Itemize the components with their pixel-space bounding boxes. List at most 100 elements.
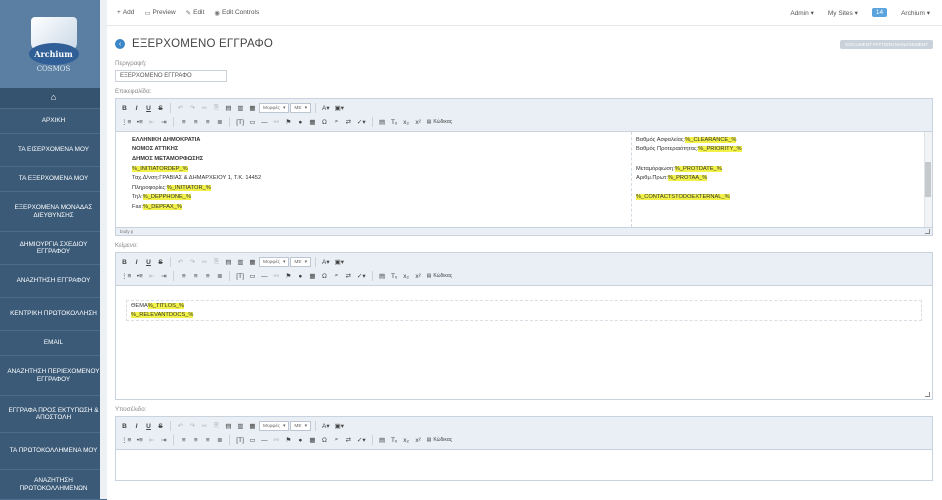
show-blocks-icon[interactable]: ▤ [377,117,388,128]
horizontal-rule-icon[interactable]: ― [259,117,270,128]
italic-button[interactable]: I [131,421,142,432]
show-blocks-icon[interactable]: ▤ [377,271,388,282]
replace-icon[interactable]: ⇄ [343,117,354,128]
header-editor-content[interactable]: ΕΛΛΗΝΙΚΗ ΔΗΜΟΚΡΑΤΙΑ ΝΟΜΟΣ ΑΤΤΙΚΗΣ ΔΗΜΟΣ … [116,132,932,227]
footer-editor[interactable]: B I U S ↶ ↷ ✂ ⎘ ▤ ▥ ▦ Μορφές ▾ ΜΕ ▾ A▾ ▣▾ … [115,416,933,481]
bg-color-icon[interactable]: ▣▾ [333,421,346,432]
cut-icon[interactable]: ✂ [199,257,210,268]
align-left-icon[interactable]: ≡ [178,435,189,446]
size-select[interactable]: ΜΕ ▾ [290,421,311,431]
special-char-icon[interactable]: Ω [319,117,330,128]
show-blocks-icon[interactable]: ▤ [377,435,388,446]
align-justify-icon[interactable]: ≣ [214,117,225,128]
text-color-icon[interactable]: A▾ [320,257,332,268]
align-right-icon[interactable]: ≡ [202,117,213,128]
remove-format-icon[interactable]: Tₓ [389,435,400,446]
spellcheck-icon[interactable]: ✓▾ [355,117,368,128]
align-right-icon[interactable]: ≡ [202,435,213,446]
sidebar-item-search-document[interactable]: ΑΝΑΖΗΤΗΣΗ ΕΓΓΡΑΦΟΥ [0,265,107,298]
footer-editor-content[interactable] [116,450,932,480]
paste-text-icon[interactable]: ▥ [235,103,246,114]
underline-button[interactable]: U [143,421,154,432]
paste-icon[interactable]: ▤ [223,421,234,432]
flag-icon[interactable]: ⚑ [283,117,294,128]
add-button[interactable]: + Add [117,9,134,16]
undo-icon[interactable]: ↶ [175,103,186,114]
text-field-icon[interactable]: [T] [234,117,246,128]
body-editor-content[interactable]: ΘΕΜΑ %_TITLOS_% %_RELEVANTDOCS_% [116,286,932,399]
replace-icon[interactable]: ⇄ [343,435,354,446]
paste-text-icon[interactable]: ▥ [235,257,246,268]
bullet-list-icon[interactable]: •≡ [134,435,145,446]
sidebar-item-home[interactable]: ⌂ [0,88,107,109]
align-left-icon[interactable]: ≡ [178,117,189,128]
paste-word-icon[interactable]: ▦ [247,103,258,114]
scroll-thumb[interactable] [925,162,931,197]
superscript-icon[interactable]: x² [413,117,424,128]
indent-icon[interactable]: ⇥ [158,271,169,282]
redo-icon[interactable]: ↷ [187,257,198,268]
resize-handle-icon[interactable] [925,229,930,234]
horizontal-rule-icon[interactable]: ― [259,271,270,282]
outdent-icon[interactable]: ⇤ [146,271,157,282]
strikethrough-button[interactable]: S [155,103,166,114]
redo-icon[interactable]: ↷ [187,103,198,114]
record-icon[interactable]: ● [295,435,306,446]
flag-icon[interactable]: ⚑ [283,435,294,446]
indent-icon[interactable]: ⇥ [158,435,169,446]
align-justify-icon[interactable]: ≣ [214,435,225,446]
find-icon[interactable]: ⌕ [331,271,342,282]
sidebar-item-search-content[interactable]: ΑΝΑΖΗΤΗΣΗ ΠΕΡΙΕΧΟΜΕΝΟΥ ΕΓΓΡΑΦΟΥ [0,356,107,396]
image-icon[interactable]: ▭ [247,117,258,128]
strikethrough-button[interactable]: S [155,421,166,432]
sidebar-item-email[interactable]: EMAIL [0,331,107,356]
record-icon[interactable]: ● [295,117,306,128]
spellcheck-icon[interactable]: ✓▾ [355,271,368,282]
unlink-icon[interactable]: ⚯ [271,271,282,282]
table-icon[interactable]: ▦ [307,435,318,446]
undo-icon[interactable]: ↶ [175,421,186,432]
subscript-icon[interactable]: x₂ [401,117,412,128]
preview-button[interactable]: ▭ Preview [144,9,175,17]
align-justify-icon[interactable]: ≣ [214,271,225,282]
italic-button[interactable]: I [131,103,142,114]
outdent-icon[interactable]: ⇤ [146,435,157,446]
unlink-icon[interactable]: ⚯ [271,435,282,446]
size-select[interactable]: ΜΕ ▾ [290,103,311,113]
find-icon[interactable]: ⌕ [331,117,342,128]
copy-icon[interactable]: ⎘ [211,421,222,432]
table-icon[interactable]: ▦ [307,117,318,128]
underline-button[interactable]: U [143,103,154,114]
user-menu[interactable]: Archium ▾ [901,9,930,17]
format-select[interactable]: Μορφές ▾ [259,257,290,267]
header-editor[interactable]: B I U S ↶ ↷ ✂ ⎘ ▤ ▥ ▦ Μορφές ▾ ΜΕ ▾ A▾ ▣▾ … [115,98,933,236]
align-left-icon[interactable]: ≡ [178,271,189,282]
sidebar-item-my-protocols[interactable]: ΤΑ ΠΡΩΤΟΚΟΛΛΗΜΕΝΑ ΜΟΥ [0,433,107,470]
paste-text-icon[interactable]: ▥ [235,421,246,432]
spellcheck-icon[interactable]: ✓▾ [355,435,368,446]
format-select[interactable]: Μορφές ▾ [259,421,290,431]
align-center-icon[interactable]: ≡ [190,271,201,282]
bold-button[interactable]: B [119,421,130,432]
record-icon[interactable]: ● [295,271,306,282]
notification-badge[interactable]: 14 [871,8,888,17]
redo-icon[interactable]: ↷ [187,421,198,432]
sidebar-item-create-draft[interactable]: ΔΗΜΙΟΥΡΓΙΑ ΣΧΕΔΙΟΥ ΕΓΓΡΑΦΟΥ [0,232,107,265]
bullet-list-icon[interactable]: •≡ [134,271,145,282]
table-icon[interactable]: ▦ [307,271,318,282]
sidebar-item-unit-outgoing[interactable]: ΕΞΕΡΧΟΜΕΝΑ ΜΟΝΑΔΑΣ ΔΙΕΥΘΥΝΣΗΣ [0,192,107,232]
sidebar-item-home-page[interactable]: ΑΡΧΙΚΗ [0,109,107,134]
align-center-icon[interactable]: ≡ [190,117,201,128]
bold-button[interactable]: B [119,257,130,268]
text-color-icon[interactable]: A▾ [320,421,332,432]
source-button[interactable]: ▤ Κώδικας [425,119,455,125]
archium-logo[interactable]: Archium COSMOS [23,13,85,75]
remove-format-icon[interactable]: Tₓ [389,117,400,128]
unlink-icon[interactable]: ⚯ [271,117,282,128]
sidebar-item-my-outgoing[interactable]: ΤΑ ΕΞΕΡΧΟΜΕΝΑ ΜΟΥ [0,167,107,192]
paste-icon[interactable]: ▤ [223,103,234,114]
replace-icon[interactable]: ⇄ [343,271,354,282]
special-char-icon[interactable]: Ω [319,435,330,446]
subscript-icon[interactable]: x₂ [401,435,412,446]
size-select[interactable]: ΜΕ ▾ [290,257,311,267]
